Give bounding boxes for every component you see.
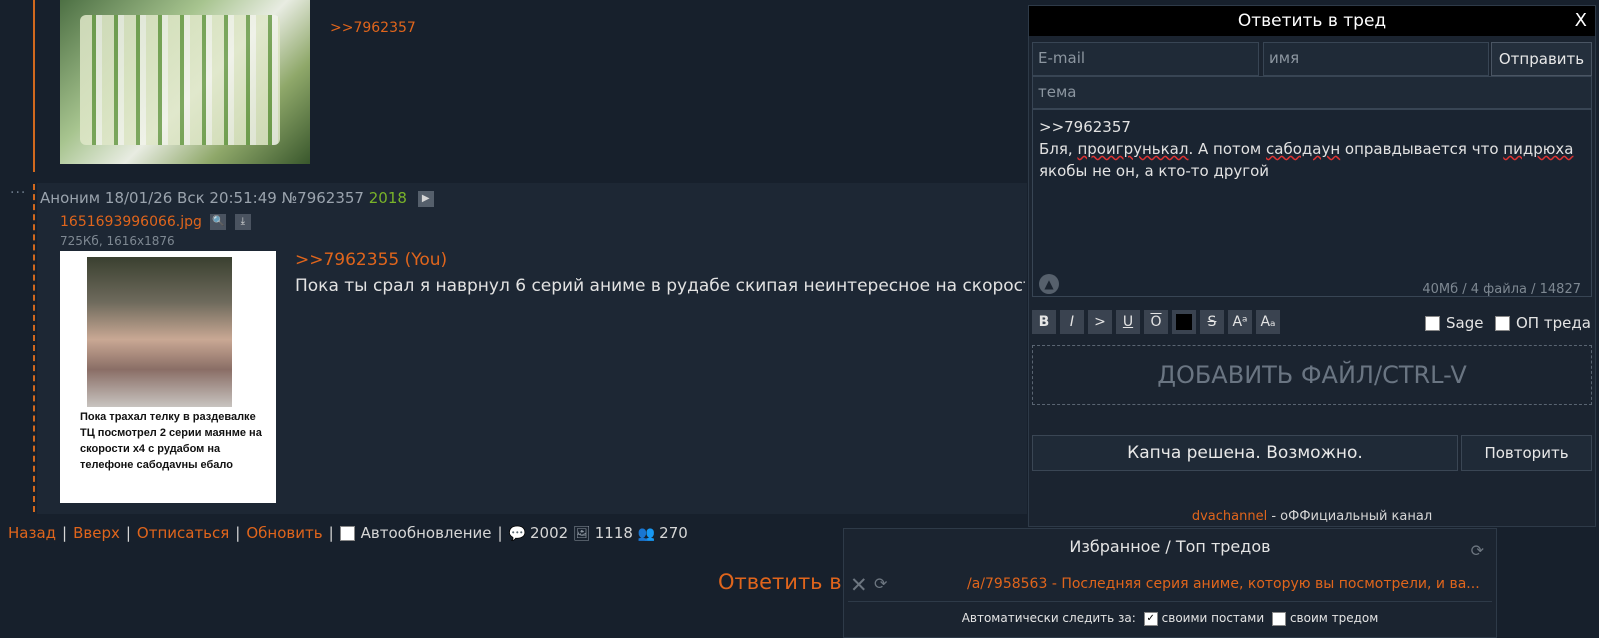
unsubscribe-link[interactable]: Отписаться: [137, 524, 229, 542]
message-textarea[interactable]: >>7962357 Бля, проигрунькал. А потом саб…: [1032, 109, 1592, 297]
thread-bottom-nav: Назад | Вверх | Отписаться | Обновить | Автообно…: [8, 524, 688, 542]
reply-thread-link[interactable]: Ответить в т: [718, 570, 861, 594]
post-date: 18/01/26 Вск 20:51:49: [104, 189, 277, 207]
comments-icon: 💬: [508, 526, 527, 542]
images-count: 1118: [594, 524, 633, 542]
images-icon: 🖼: [572, 526, 591, 542]
italic-button[interactable]: I: [1060, 310, 1084, 334]
favorite-thread-link[interactable]: /a/7958563 - Последняя серия аниме, кото…: [967, 576, 1492, 592]
favorites-title: Избранное / Топ тредов: [1069, 537, 1271, 556]
file-drop-zone[interactable]: ДОБАВИТЬ ФАЙЛ/CTRL-V: [1032, 345, 1592, 405]
retry-button[interactable]: Повторить: [1461, 435, 1592, 471]
op-checkbox[interactable]: [1495, 316, 1510, 331]
play-icon[interactable]: ▶: [417, 190, 434, 207]
superscript-button[interactable]: Aᵃ: [1228, 310, 1252, 334]
search-icon[interactable]: 🔍: [210, 214, 227, 230]
refresh-icon[interactable]: ⟳: [874, 574, 887, 593]
subscript-button[interactable]: Aₐ: [1256, 310, 1280, 334]
own-posts-checkbox[interactable]: ✓: [1143, 611, 1158, 626]
post-left-border: [33, 184, 37, 512]
refresh-icon[interactable]: ⟳: [1471, 541, 1484, 560]
send-button[interactable]: Отправить: [1491, 42, 1592, 76]
channel-line: dvachannel - оФФициальный канал: [1191, 509, 1433, 524]
subject-field[interactable]: тема: [1032, 76, 1592, 109]
download-icon[interactable]: ⤓: [234, 214, 251, 230]
back-link[interactable]: Назад: [8, 524, 56, 542]
sage-option[interactable]: Sage: [1425, 314, 1483, 332]
own-thread-checkbox[interactable]: [1271, 611, 1286, 626]
upload-limit-counter: 40Мб / 4 файла / 14827: [1422, 282, 1581, 297]
file-info: 1651693996066.jpg 🔍 ⤓: [60, 214, 251, 230]
post-menu-dots[interactable]: ···: [10, 185, 26, 201]
thumbnail-photo: [87, 257, 232, 407]
post-author: Аноним: [40, 189, 101, 207]
up-link[interactable]: Вверх: [73, 524, 120, 542]
file-meta: 725Кб, 1616x1876: [60, 234, 175, 248]
overline-button[interactable]: O: [1144, 310, 1168, 334]
reply-form: Ответить в тред X E-mail имя Отправить т…: [1028, 5, 1596, 527]
autorefresh-label: Автообновление: [360, 524, 492, 542]
message-line-1: >>7962357: [1039, 118, 1131, 136]
attach-icon[interactable]: ▲: [1039, 274, 1059, 294]
post-left-border: [33, 0, 35, 172]
post-number[interactable]: №7962357: [282, 189, 364, 207]
op-option[interactable]: ОП треда: [1495, 314, 1591, 332]
message-line-2: Бля, проигрунькал. А потом сабодаун опра…: [1039, 140, 1574, 158]
post-text: Пока ты срал я наврнул 6 серий аниме в р…: [295, 276, 1025, 296]
format-toolbar: B I > U O S Aᵃ Aₐ: [1032, 310, 1284, 340]
reply-form-titlebar[interactable]: Ответить в тред X: [1029, 6, 1595, 36]
post-thumbnail[interactable]: Пока трахал телку в раздевалке ТЦ посмот…: [60, 251, 276, 503]
divider: [848, 601, 1492, 602]
strike-button[interactable]: S: [1200, 310, 1224, 334]
spoiler-button[interactable]: [1172, 310, 1196, 334]
users-icon: 👥: [637, 526, 656, 542]
close-icon[interactable]: X: [1575, 6, 1587, 36]
email-field[interactable]: E-mail: [1032, 42, 1259, 76]
sage-checkbox[interactable]: [1425, 316, 1440, 331]
post-reply-link[interactable]: >>7962355 (You): [295, 250, 447, 270]
name-field[interactable]: имя: [1263, 42, 1489, 76]
prev-post-reply-link[interactable]: >>7962357: [330, 20, 416, 36]
post-header: Аноним 18/01/26 Вск 20:51:49 №7962357 20…: [40, 189, 434, 207]
underline-button[interactable]: U: [1116, 310, 1140, 334]
favorites-panel: Избранное / Топ тредов ⟳ ✕ ⟳ /a/7958563 …: [843, 528, 1497, 638]
channel-link[interactable]: dvachannel: [1192, 509, 1267, 524]
users-count: 270: [659, 524, 688, 542]
refresh-link[interactable]: Обновить: [246, 524, 322, 542]
auto-watch-row: Автоматически следить за: ✓ своими постам…: [961, 611, 1379, 626]
post-count: 2018: [368, 189, 407, 207]
message-line-3: якобы не он, а кто-то другой: [1039, 162, 1270, 180]
captcha-status: Капча решена. Возможно.: [1032, 435, 1458, 471]
bold-button[interactable]: B: [1032, 310, 1056, 334]
thumbnail-caption: Пока трахал телку в раздевалке ТЦ посмот…: [80, 411, 262, 471]
close-icon[interactable]: ✕: [850, 573, 868, 597]
posts-count: 2002: [530, 524, 569, 542]
prev-post-image[interactable]: [60, 0, 310, 164]
autorefresh-checkbox[interactable]: [339, 526, 355, 541]
reply-form-title: Ответить в тред: [1237, 11, 1387, 31]
file-name-link[interactable]: 1651693996066.jpg: [60, 214, 202, 230]
quote-button[interactable]: >: [1088, 310, 1112, 334]
